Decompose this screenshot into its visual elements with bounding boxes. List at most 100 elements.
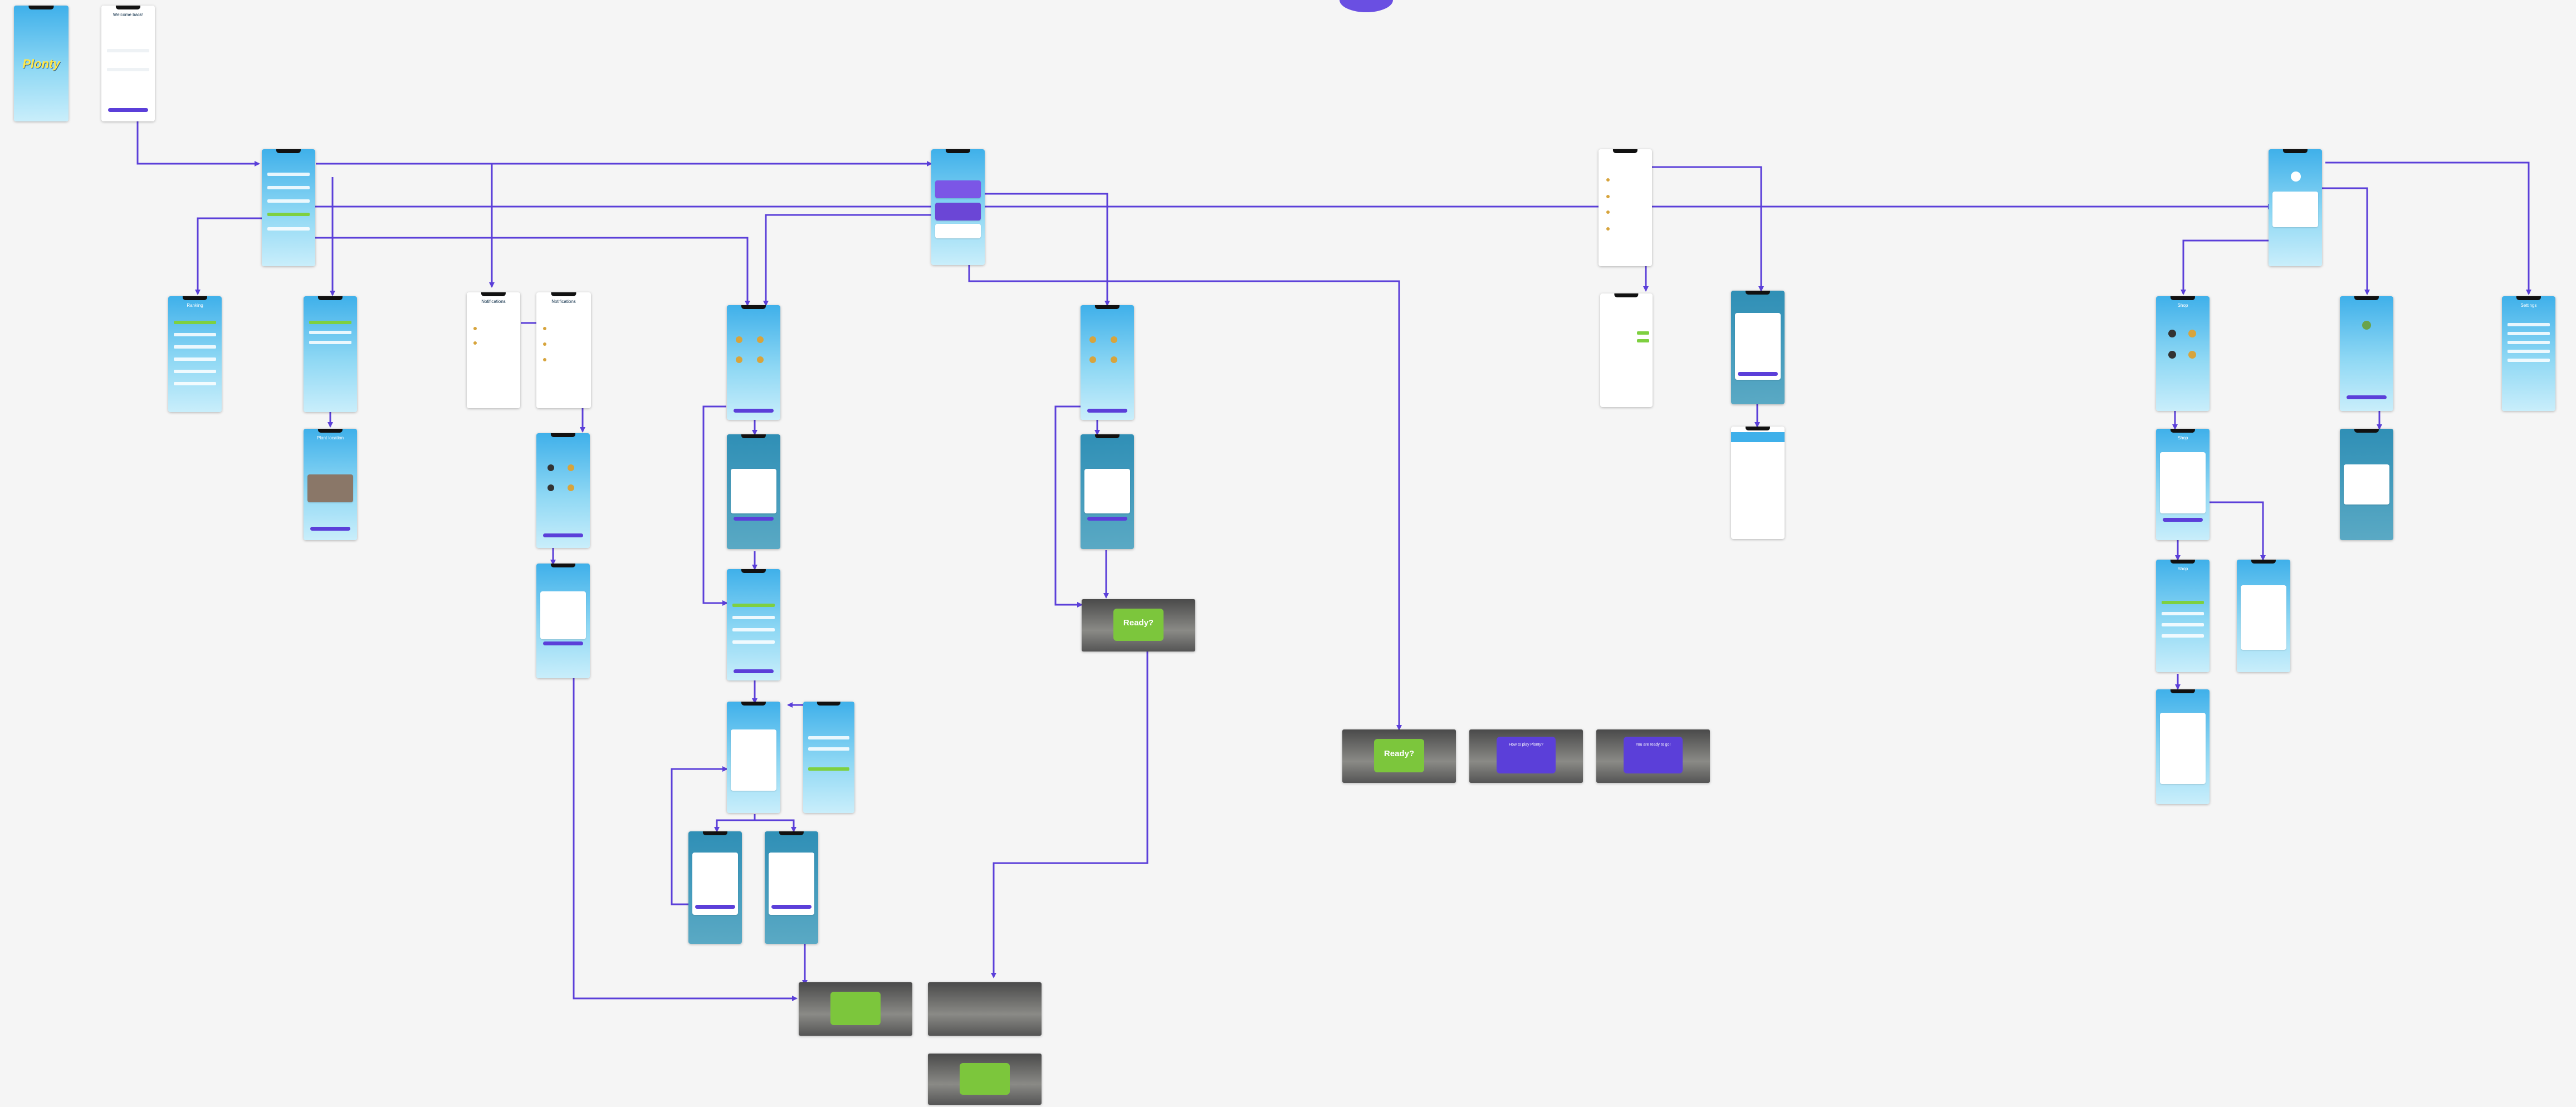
continue-button[interactable]	[542, 533, 584, 537]
plant-icon[interactable]	[1089, 356, 1096, 363]
plant-icon	[1606, 178, 1610, 182]
plant-icon[interactable]	[548, 464, 554, 471]
list-item-selected[interactable]	[267, 213, 310, 216]
list-item[interactable]	[732, 628, 775, 631]
list-item[interactable]	[267, 227, 310, 231]
screen-home-far-right	[2269, 149, 2322, 266]
list-item[interactable]	[808, 736, 849, 739]
notch	[741, 569, 766, 573]
select-button[interactable]	[542, 641, 584, 645]
list-item[interactable]	[267, 173, 310, 176]
list-item[interactable]	[309, 331, 352, 334]
screen-ranking: Ranking	[168, 296, 222, 412]
username-field[interactable]	[106, 49, 150, 52]
connector-right-to-chat	[1649, 166, 1764, 292]
send-button[interactable]	[1737, 372, 1778, 376]
notch	[182, 296, 208, 300]
game-card[interactable]	[935, 203, 981, 221]
connector-c-loop	[702, 405, 728, 606]
setting-row[interactable]	[2507, 341, 2550, 344]
board-box	[830, 992, 881, 1025]
continue-button[interactable]	[771, 905, 812, 909]
screen-plant-pick-c	[727, 434, 780, 549]
notch	[2354, 296, 2379, 300]
list-item[interactable]	[808, 747, 849, 751]
select-button[interactable]	[733, 517, 774, 521]
setting-row[interactable]	[2507, 332, 2550, 335]
plant-icon[interactable]	[757, 356, 764, 363]
setting-row[interactable]	[2507, 323, 2550, 326]
item-icon[interactable]	[2188, 351, 2196, 359]
plant-icon[interactable]	[1111, 356, 1117, 363]
screen-photo-scene	[928, 982, 1042, 1036]
screen-shop-item: Shop	[2156, 429, 2210, 540]
notch	[741, 702, 766, 706]
notch	[551, 292, 576, 296]
notch	[2282, 149, 2308, 153]
continue-button[interactable]	[733, 669, 774, 673]
confirm-button[interactable]	[310, 527, 351, 531]
list-item[interactable]	[173, 382, 217, 385]
list-item[interactable]	[2161, 612, 2204, 615]
plant-icon[interactable]	[736, 356, 742, 363]
connector-farright-to-shop	[2181, 239, 2281, 295]
list-item[interactable]	[732, 616, 775, 619]
notch	[1745, 291, 1771, 295]
select-button[interactable]	[1087, 517, 1128, 521]
plant-icon[interactable]	[568, 484, 574, 491]
continue-button[interactable]	[733, 409, 774, 413]
info-box: How to play Plonty?	[1496, 737, 1556, 773]
plant-icon[interactable]	[757, 336, 764, 343]
plant-icon	[543, 327, 546, 330]
notch	[1614, 293, 1639, 297]
action-button[interactable]	[2346, 395, 2387, 399]
plant-icon	[1606, 210, 1610, 214]
list-item[interactable]	[2161, 623, 2204, 626]
list-item[interactable]	[732, 640, 775, 644]
connector-login-to-list	[136, 111, 260, 166]
item-icon[interactable]	[2188, 330, 2196, 337]
ready-text: Ready?	[1384, 749, 1415, 759]
login-button[interactable]	[107, 108, 149, 112]
setting-row[interactable]	[2507, 350, 2550, 353]
retry-button[interactable]	[695, 905, 736, 909]
list-item[interactable]	[173, 370, 217, 373]
screen-settings: Settings	[2502, 296, 2555, 411]
plant-icon[interactable]	[548, 484, 554, 491]
list-item-selected[interactable]	[732, 604, 775, 607]
continue-button[interactable]	[1087, 409, 1128, 413]
plant-icon[interactable]	[1089, 336, 1096, 343]
list-item-selected[interactable]	[808, 767, 849, 771]
notch	[817, 702, 841, 706]
item-icon[interactable]	[2168, 330, 2176, 337]
screen-game-win	[765, 831, 818, 944]
screen-plant-detail	[304, 296, 357, 412]
plant-icon[interactable]	[568, 464, 574, 471]
popup-card	[2343, 464, 2390, 504]
list-item-selected[interactable]	[309, 321, 352, 324]
notch	[1094, 305, 1120, 309]
ready-box: Ready?	[1374, 739, 1424, 772]
list-item[interactable]	[267, 199, 310, 203]
buy-button[interactable]	[2162, 518, 2203, 522]
screen-select-plant-a	[1081, 305, 1134, 420]
list-item[interactable]	[173, 345, 217, 349]
setting-row[interactable]	[2507, 359, 2550, 362]
game-card[interactable]	[935, 180, 981, 198]
list-item[interactable]	[309, 341, 352, 344]
list-item-selected[interactable]	[2161, 601, 2204, 604]
screen-game-loss	[688, 831, 742, 944]
plant-icon[interactable]	[2362, 321, 2371, 330]
list-item[interactable]	[173, 333, 217, 336]
plant-icon[interactable]	[1111, 336, 1117, 343]
list-item[interactable]	[2161, 634, 2204, 638]
list-item[interactable]	[267, 186, 310, 189]
avatar[interactable]	[2291, 172, 2301, 182]
list-item-selected[interactable]	[173, 321, 217, 324]
item-icon[interactable]	[2168, 351, 2176, 359]
connector-center-to-plant-c	[763, 214, 931, 306]
password-field[interactable]	[106, 68, 150, 71]
plant-icon[interactable]	[736, 336, 742, 343]
list-item[interactable]	[173, 357, 217, 361]
info-card[interactable]	[935, 224, 981, 238]
